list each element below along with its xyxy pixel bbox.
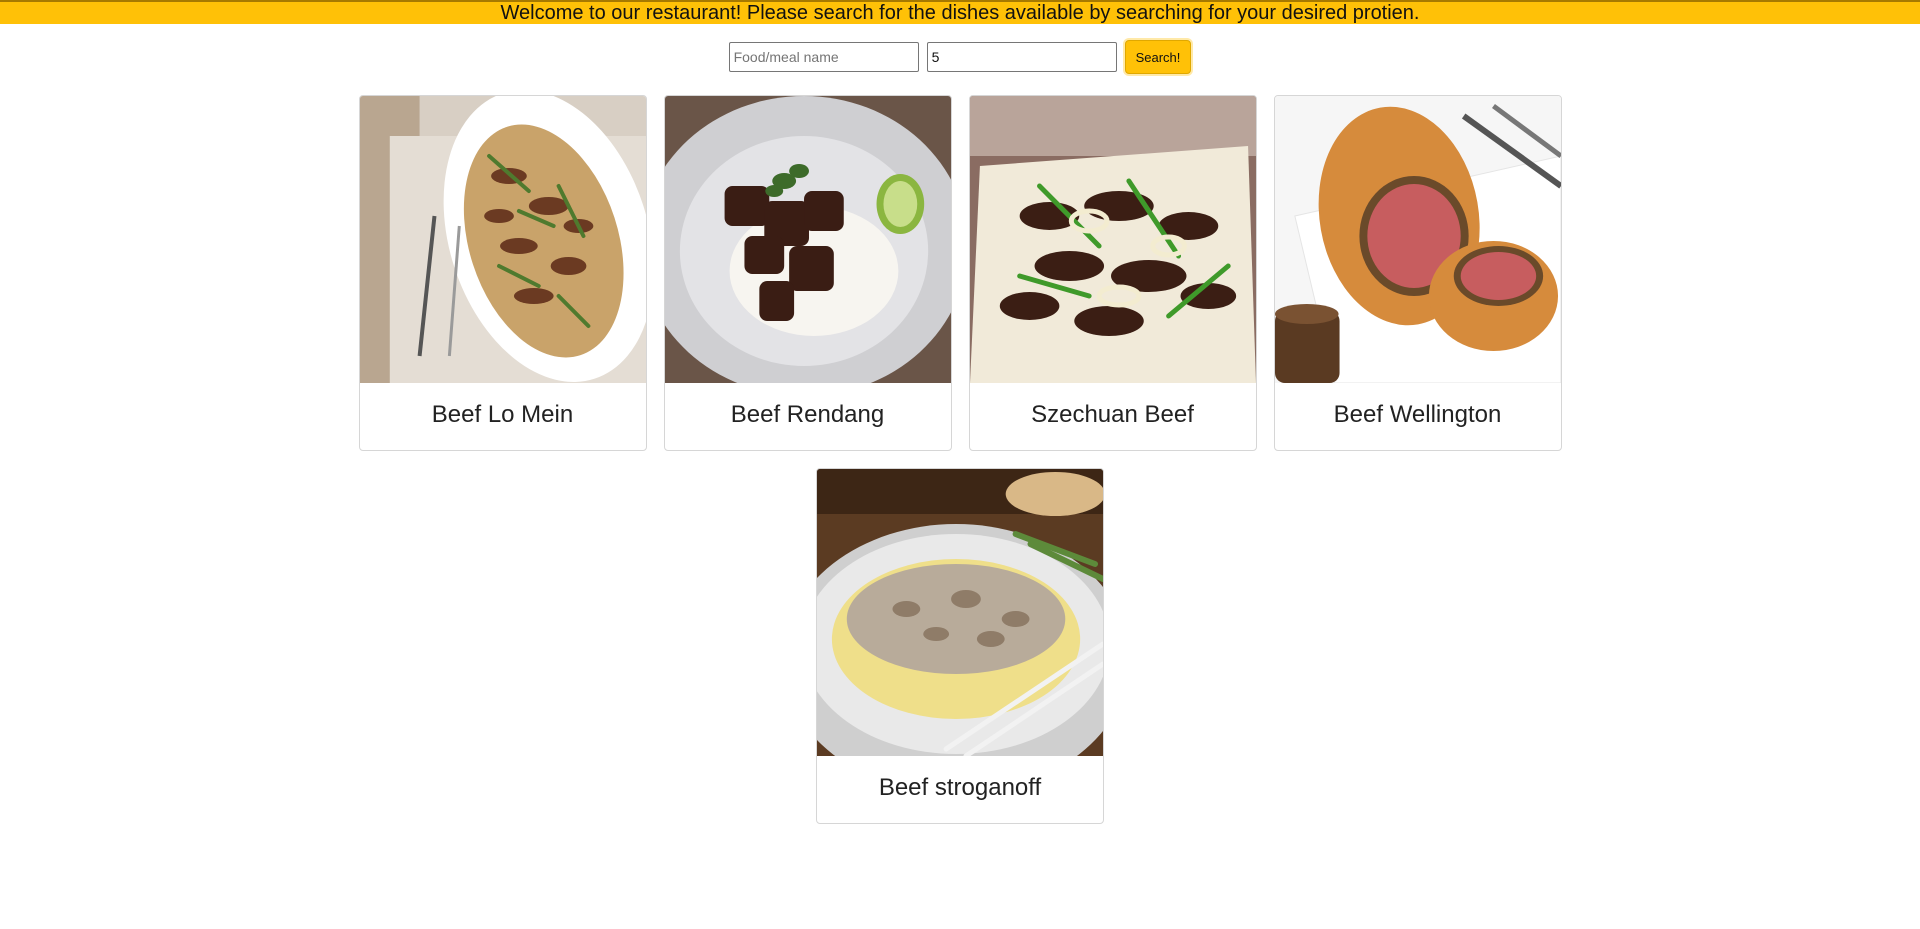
welcome-banner: Welcome to our restaurant! Please search… [0, 0, 1920, 24]
meal-title: Beef stroganoff [878, 773, 1042, 801]
meal-card[interactable]: Beef stroganoff [816, 468, 1104, 824]
meal-card[interactable]: Beef Wellington [1273, 95, 1562, 451]
beef-wellington-image [1274, 96, 1561, 383]
meal-name-input[interactable] [728, 42, 919, 72]
welcome-text: Welcome to our restaurant! Please search… [500, 2, 1420, 24]
szechuan-beef-image [969, 96, 1256, 383]
meal-card[interactable]: Beef Lo Mein [358, 95, 647, 451]
meal-title: Szechuan Beef [1031, 400, 1194, 428]
search-form: Search! [0, 40, 1920, 74]
meal-title: Beef Rendang [730, 400, 885, 428]
search-button[interactable]: Search! [1124, 40, 1192, 74]
meal-grid: Beef Lo Mein Beef Rendang Szechuan Beef … [352, 95, 1568, 824]
meal-title: Beef Lo Mein [431, 400, 574, 428]
meal-card[interactable]: Beef Rendang [663, 95, 952, 451]
meal-card[interactable]: Szechuan Beef [968, 95, 1257, 451]
beef-stroganoff-image [817, 469, 1103, 756]
beef-lo-mein-image [359, 96, 646, 383]
result-count-input[interactable] [926, 42, 1117, 72]
beef-rendang-image [664, 96, 951, 383]
meal-title: Beef Wellington [1333, 400, 1502, 428]
